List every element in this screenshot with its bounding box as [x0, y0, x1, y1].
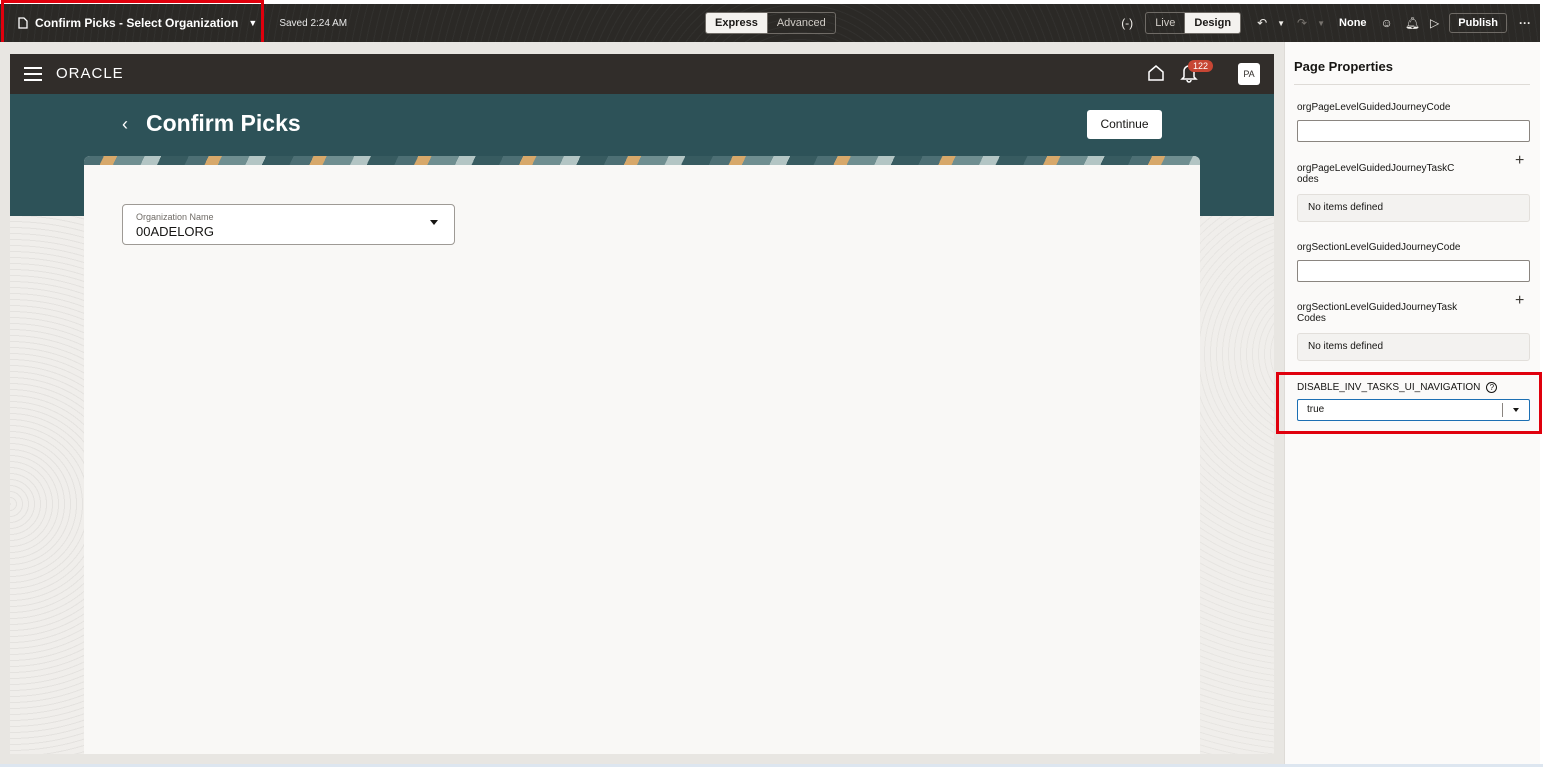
prop-label-page-journey-task-codes: orgPageLevelGuidedJourneyTaskC odes — [1297, 163, 1454, 185]
prop-label-section-journey-code: orgSectionLevelGuidedJourneyCode — [1297, 242, 1461, 253]
prop-label-section-journey-task-codes: orgSectionLevelGuidedJourneyTask Codes — [1297, 302, 1457, 324]
section-journey-code-input[interactable] — [1297, 260, 1530, 282]
organization-name-value: 00ADELORG — [136, 224, 215, 239]
more-icon[interactable]: ··· — [1519, 16, 1531, 30]
smiley-icon[interactable]: ☺ — [1381, 16, 1393, 30]
page-heading: Confirm Picks — [146, 110, 301, 136]
advanced-mode-button[interactable]: Advanced — [766, 13, 835, 33]
express-mode-button[interactable]: Express — [706, 13, 767, 33]
divider — [1294, 84, 1530, 85]
variables-icon[interactable]: (-) — [1121, 16, 1133, 30]
undo-icon[interactable]: ↶ — [1257, 16, 1267, 30]
redo-icon[interactable]: ↷ — [1297, 16, 1307, 30]
hamburger-menu-icon[interactable] — [24, 67, 42, 81]
decorative-banner — [84, 156, 1200, 165]
organization-name-select[interactable]: Organization Name 00ADELORG — [122, 204, 455, 245]
home-icon[interactable] — [1146, 63, 1166, 83]
background-pattern — [10, 204, 90, 754]
add-section-task-code-icon[interactable]: + — [1515, 292, 1524, 310]
label-line-2: Codes — [1297, 313, 1326, 324]
view-toggle: Live Design — [1145, 12, 1242, 34]
oracle-logo: ORACLE — [56, 65, 124, 82]
highlight-box-property — [1276, 372, 1542, 434]
page-journey-code-input[interactable] — [1297, 120, 1530, 142]
label-line-1: orgPageLevelGuidedJourneyTaskC — [1297, 163, 1455, 174]
mode-toggle: Express Advanced — [705, 12, 836, 34]
play-icon[interactable]: ▷ — [1430, 16, 1439, 30]
bell-icon[interactable]: 🔔︎ — [1405, 16, 1420, 30]
oracle-header-bar: ORACLE 122 PA — [10, 54, 1274, 94]
app-preview: ORACLE 122 PA ‹ Confirm Picks Continue O… — [10, 54, 1274, 754]
prop-label-page-journey-code: orgPageLevelGuidedJourneyCode — [1297, 102, 1451, 113]
add-page-task-code-icon[interactable]: + — [1515, 152, 1524, 170]
notification-badge: 122 — [1188, 60, 1214, 72]
page-task-codes-empty: No items defined — [1297, 194, 1530, 222]
label-line-1: orgSectionLevelGuidedJourneyTask — [1297, 302, 1458, 313]
publish-button[interactable]: Publish — [1449, 13, 1507, 33]
saved-status: Saved 2:24 AM — [279, 17, 348, 29]
avatar[interactable]: PA — [1238, 63, 1260, 85]
label-line-2: odes — [1297, 174, 1319, 185]
back-chevron-icon[interactable]: ‹ — [122, 114, 128, 135]
section-task-codes-empty: No items defined — [1297, 333, 1530, 361]
toolbar-actions: (-) Live Design ↶ ▼ ↷ ▼ None ☺ 🔔︎ ▷ Publ… — [1121, 4, 1540, 42]
design-canvas: ORACLE 122 PA ‹ Confirm Picks Continue O… — [0, 42, 1284, 764]
none-dropdown[interactable]: None — [1339, 17, 1367, 29]
undo-menu-icon[interactable]: ▼ — [1277, 19, 1285, 28]
caret-down-icon[interactable] — [430, 220, 438, 225]
continue-button[interactable]: Continue — [1087, 110, 1162, 139]
redo-menu-icon[interactable]: ▼ — [1317, 19, 1325, 28]
content-card: Organization Name 00ADELORG — [84, 156, 1200, 754]
live-view-button[interactable]: Live — [1146, 13, 1184, 33]
design-view-button[interactable]: Design — [1184, 13, 1241, 33]
background-pattern-right — [1199, 204, 1274, 754]
organization-name-label: Organization Name — [136, 212, 214, 222]
panel-title: Page Properties — [1294, 59, 1393, 74]
